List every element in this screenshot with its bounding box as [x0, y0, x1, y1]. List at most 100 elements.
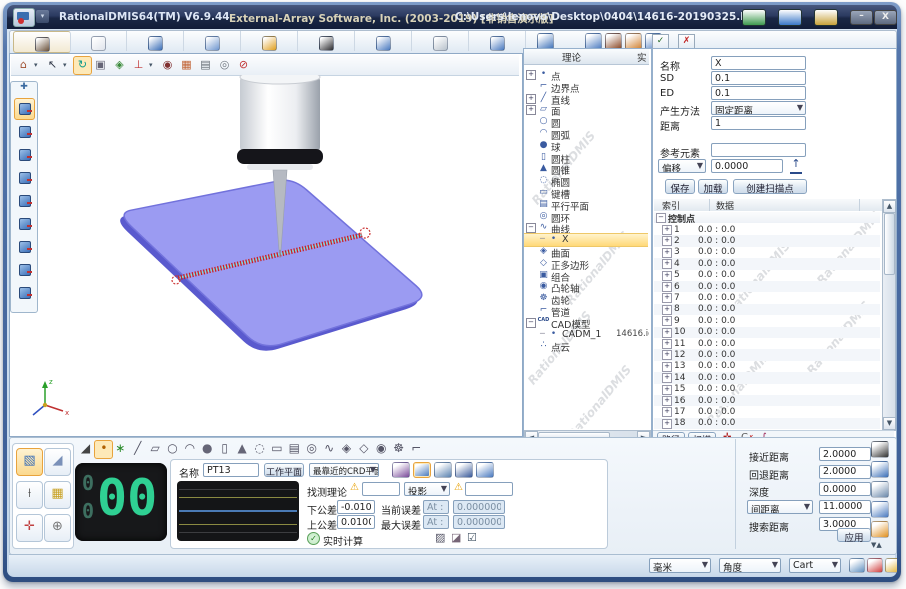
tree-item-CADM_1[interactable]: •─CADM_114616.iges: [524, 329, 648, 341]
row-expander[interactable]: +: [662, 328, 672, 338]
row-expander[interactable]: +: [662, 362, 672, 372]
axis-icon[interactable]: ⊥: [130, 56, 147, 73]
tab-shield-tab[interactable]: [355, 31, 412, 51]
app-icon[interactable]: [13, 8, 35, 27]
tree-expander[interactable]: +: [526, 94, 536, 104]
realtime-check-icon[interactable]: ✓: [307, 532, 320, 545]
tree-item-正多边形[interactable]: ◇正多边形: [524, 258, 648, 270]
graph-mode-icon[interactable]: [413, 462, 431, 478]
tree-item-管道[interactable]: ⌐管道: [524, 305, 648, 317]
units-select[interactable]: 毫米▼: [649, 558, 711, 573]
app-menu-dropdown[interactable]: ▾: [36, 10, 49, 23]
group-expander[interactable]: −: [656, 213, 666, 223]
surface-feature-icon[interactable]: ◈: [338, 440, 355, 457]
view-cube-1[interactable]: [14, 98, 35, 120]
edit-icon[interactable]: ▨: [435, 531, 445, 544]
table-row[interactable]: +90.0 : 0.0: [654, 315, 880, 326]
snapshot-icon[interactable]: ▤: [197, 56, 214, 73]
users-icon[interactable]: [814, 9, 838, 26]
view-cube-9[interactable]: [14, 282, 35, 304]
select-icon[interactable]: ↖: [44, 56, 61, 73]
row-expander[interactable]: +: [662, 271, 672, 281]
tree-item-曲面[interactable]: ◈曲面: [524, 246, 648, 258]
tree-item-凸轮轴[interactable]: ◉凸轮轴: [524, 281, 648, 293]
table-row[interactable]: +120.0 : 0.0: [654, 349, 880, 360]
pitch-select[interactable]: 间距离▼: [747, 500, 813, 514]
table-row[interactable]: +40.0 : 0.0: [654, 258, 880, 269]
cone-feature-icon[interactable]: ▲: [234, 440, 251, 457]
find-theory-input[interactable]: [362, 482, 400, 496]
torus-feature-icon[interactable]: ◎: [303, 440, 320, 457]
point-feature-icon[interactable]: •: [94, 440, 113, 459]
tree-item-圆[interactable]: ○圆: [524, 116, 648, 128]
table-mode-icon[interactable]: [476, 462, 494, 478]
line-feature-icon[interactable]: ╱: [129, 440, 146, 457]
checkbox-icon[interactable]: ☑: [467, 531, 477, 544]
plane-feature-icon[interactable]: ▱: [147, 440, 164, 457]
row-expander[interactable]: +: [662, 293, 672, 303]
table-row[interactable]: +180.0 : 0.0: [654, 418, 880, 429]
ellipse-feature-icon[interactable]: ◌: [251, 440, 268, 457]
table-row[interactable]: +110.0 : 0.0: [654, 338, 880, 349]
curve-feature-icon[interactable]: ∿: [321, 440, 338, 457]
view-cube-2[interactable]: [14, 121, 35, 143]
table-row[interactable]: +170.0 : 0.0: [654, 406, 880, 417]
upper-tol-input[interactable]: [337, 515, 375, 529]
table-row[interactable]: +30.0 : 0.0: [654, 247, 880, 258]
lower-tol-input[interactable]: [337, 500, 375, 514]
workplane-button[interactable]: 工作平面: [264, 463, 304, 477]
zoom-window-icon[interactable]: ▣: [92, 56, 109, 73]
ed-input[interactable]: [711, 86, 806, 100]
slot-feature-icon[interactable]: ▭: [268, 440, 285, 457]
view-cube-8[interactable]: [14, 259, 35, 281]
tree-item-圆环[interactable]: ◎圆环: [524, 211, 648, 223]
distance-input[interactable]: [711, 116, 806, 130]
arc-feature-icon[interactable]: ◠: [181, 440, 198, 457]
fixture-button[interactable]: ▦: [44, 481, 71, 509]
rotate-icon[interactable]: ↻: [73, 56, 92, 75]
home-dropdown[interactable]: ▾: [34, 61, 38, 69]
pipe-feature-icon[interactable]: ⌐: [408, 440, 425, 457]
probe-pick-feature-icon[interactable]: ◢: [77, 440, 94, 457]
chart-window-icon[interactable]: [778, 9, 802, 26]
flag-status-icon[interactable]: [885, 558, 897, 573]
tree-item-边界点[interactable]: ⌐边界点: [524, 81, 648, 93]
load-button[interactable]: 加载: [698, 179, 728, 194]
joystick-icon[interactable]: [742, 9, 766, 26]
path-field-input-1[interactable]: [819, 465, 871, 479]
table-vscroll-thumb[interactable]: [884, 213, 895, 275]
table-row[interactable]: +50.0 : 0.0: [654, 270, 880, 281]
tree-expander[interactable]: −: [526, 318, 536, 328]
table-row[interactable]: +60.0 : 0.0: [654, 281, 880, 292]
feature-name-input[interactable]: [203, 463, 259, 477]
path-field-input-2[interactable]: [819, 482, 871, 496]
coord-select[interactable]: Cart▼: [789, 558, 841, 573]
tree-item-球[interactable]: ●球: [524, 140, 648, 152]
probe-tool-button[interactable]: ⟊: [16, 481, 43, 509]
parallel-planes-feature-icon[interactable]: ▤: [286, 440, 303, 457]
cylinder-feature-icon[interactable]: ▯: [216, 440, 233, 457]
row-expander[interactable]: +: [662, 236, 672, 246]
table-group-row[interactable]: −控制点: [654, 212, 880, 223]
view-cube-6[interactable]: [14, 213, 35, 235]
view-cube-4[interactable]: [14, 167, 35, 189]
row-expander[interactable]: +: [662, 225, 672, 235]
ref-element-input[interactable]: [711, 143, 806, 157]
tab-gem-tab[interactable]: [241, 31, 298, 51]
tree-expander[interactable]: +: [526, 70, 536, 80]
tree-item-X[interactable]: •─X: [524, 234, 648, 246]
tree-item-直线[interactable]: +╱直线: [524, 93, 648, 105]
machine-cube-button[interactable]: ▧: [16, 448, 43, 476]
gear-feature-icon[interactable]: ☸: [390, 440, 407, 457]
tree-expander[interactable]: +: [526, 105, 536, 115]
row-expander[interactable]: +: [662, 373, 672, 383]
tree-item-椭圆[interactable]: ◌椭圆: [524, 175, 648, 187]
arc-mode-icon[interactable]: [455, 462, 473, 478]
list-mode-icon[interactable]: [434, 462, 452, 478]
record-icon[interactable]: ◎: [216, 56, 233, 73]
row-expander[interactable]: +: [662, 248, 672, 258]
tree-item-圆弧[interactable]: ◠圆弧: [524, 128, 648, 140]
table-vscrollbar[interactable]: ▲ ▼: [882, 199, 896, 431]
table-row[interactable]: +10.0 : 0.0: [654, 224, 880, 235]
row-expander[interactable]: +: [662, 385, 672, 395]
